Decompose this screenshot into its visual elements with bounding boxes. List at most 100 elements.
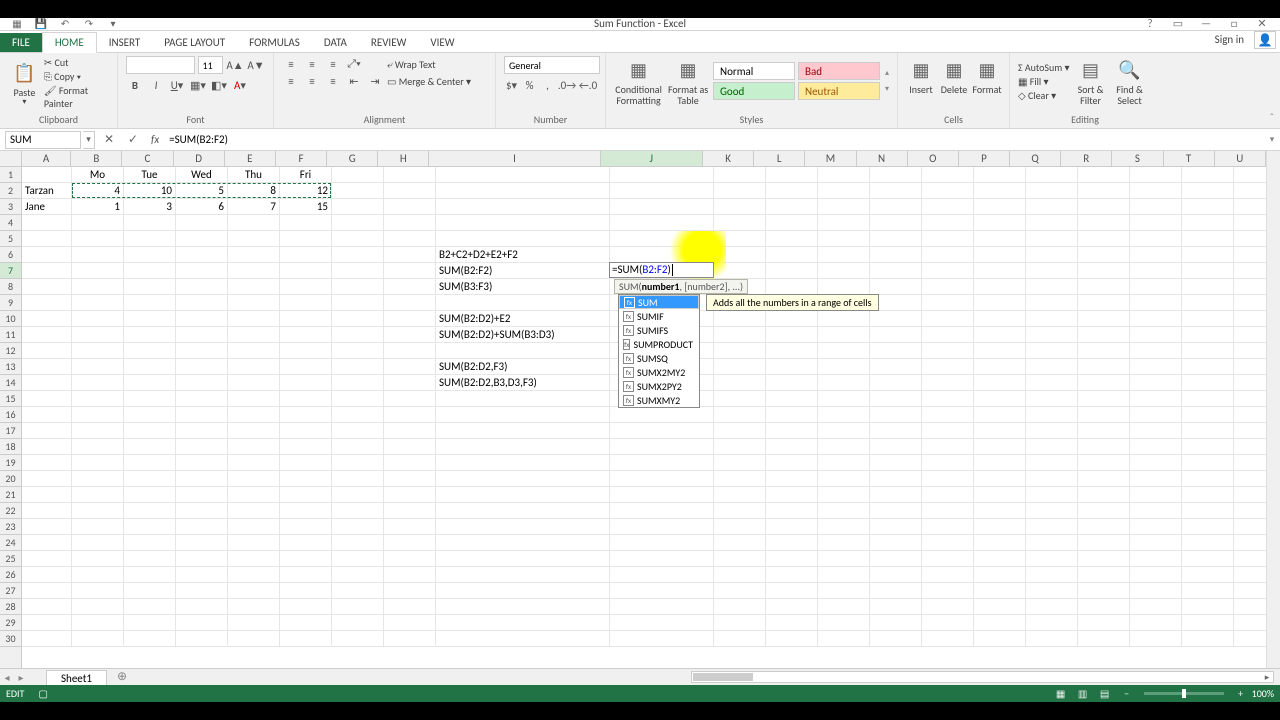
cell-D2[interactable]: 5 xyxy=(176,183,228,199)
row-header-30[interactable]: 30 xyxy=(0,631,21,647)
hscroll-thumb[interactable] xyxy=(693,673,753,681)
cell-C3[interactable]: 3 xyxy=(124,199,176,215)
col-header-O[interactable]: O xyxy=(908,151,959,166)
horizontal-scrollbar[interactable]: ◂ ▸ xyxy=(691,671,1274,683)
help-icon[interactable]: ? xyxy=(1136,17,1164,29)
row-header-3[interactable]: 3 xyxy=(0,199,21,215)
cell-B3[interactable]: 1 xyxy=(72,199,124,215)
expand-formula-bar-icon[interactable]: ▾ xyxy=(1264,134,1280,145)
autocomplete-item-sumsq[interactable]: fxSUMSQ xyxy=(619,351,699,365)
hscroll-right-icon[interactable]: ▸ xyxy=(1261,672,1273,682)
new-sheet-icon[interactable]: ⊕ xyxy=(113,669,131,685)
cell-I14[interactable]: SUM(B2:D2,B3,D3,F3) xyxy=(436,375,610,391)
cell-I13[interactable]: SUM(B2:D2,F3) xyxy=(436,359,610,375)
col-header-L[interactable]: L xyxy=(754,151,805,166)
col-header-M[interactable]: M xyxy=(805,151,856,166)
row-header-29[interactable]: 29 xyxy=(0,615,21,631)
sheet-nav-prev-icon[interactable]: ◂ xyxy=(0,671,14,684)
macro-record-icon[interactable]: ▢ xyxy=(38,687,47,700)
row-header-14[interactable]: 14 xyxy=(0,375,21,391)
autocomplete-item-sumxmy2[interactable]: fxSUMXMY2 xyxy=(619,393,699,407)
clear-button[interactable]: ◇ Clear ▾ xyxy=(1018,89,1070,102)
format-cells-button[interactable]: ▦Format xyxy=(972,56,1002,95)
cell-D3[interactable]: 6 xyxy=(176,199,228,215)
col-header-T[interactable]: T xyxy=(1164,151,1215,166)
cell-F2[interactable]: 12 xyxy=(280,183,332,199)
cell-E3[interactable]: 7 xyxy=(228,199,280,215)
align-left-icon[interactable]: ≡ xyxy=(282,73,300,89)
tab-data[interactable]: DATA xyxy=(312,33,359,52)
fill-button[interactable]: ▦ Fill ▾ xyxy=(1018,75,1070,88)
row-header-25[interactable]: 25 xyxy=(0,551,21,567)
col-header-B[interactable]: B xyxy=(71,151,122,166)
row-header-7[interactable]: 7 xyxy=(0,263,21,279)
tab-insert[interactable]: INSERT xyxy=(97,33,153,52)
currency-icon[interactable]: $▾ xyxy=(504,77,519,93)
spreadsheet-grid[interactable]: ABCDEFGHIJKLMNOPQRSTU 123456789101112131… xyxy=(0,151,1280,668)
autocomplete-item-sumproduct[interactable]: fxSUMPRODUCT xyxy=(619,337,699,351)
row-header-19[interactable]: 19 xyxy=(0,455,21,471)
number-format-select[interactable]: General xyxy=(504,56,600,74)
collapse-ribbon-icon[interactable]: ˆ xyxy=(1270,111,1274,124)
zoom-slider[interactable] xyxy=(1144,692,1224,695)
format-as-table-button[interactable]: ▦Format as Table xyxy=(666,56,710,106)
merge-center-button[interactable]: ▭ Merge & Center ▾ xyxy=(387,75,471,88)
cell-F3[interactable]: 15 xyxy=(280,199,332,215)
font-size-select[interactable]: 11 xyxy=(198,56,223,74)
autocomplete-item-sumx2my2[interactable]: fxSUMX2MY2 xyxy=(619,365,699,379)
insert-function-icon[interactable]: fx xyxy=(145,133,165,146)
cell-B2[interactable]: 4 xyxy=(72,183,124,199)
align-center-icon[interactable]: ≡ xyxy=(303,73,321,89)
zoom-in-icon[interactable]: + xyxy=(1230,687,1252,700)
autosum-button[interactable]: Σ AutoSum ▾ xyxy=(1018,61,1070,74)
enter-formula-icon[interactable]: ✓ xyxy=(121,132,145,147)
cell-C1[interactable]: Tue xyxy=(124,167,176,183)
tab-home[interactable]: HOME xyxy=(42,32,97,53)
minimize-icon[interactable]: — xyxy=(1192,17,1220,29)
row-header-10[interactable]: 10 xyxy=(0,311,21,327)
align-top-icon[interactable]: ≡ xyxy=(282,56,300,72)
col-header-G[interactable]: G xyxy=(327,151,378,166)
cell-E1[interactable]: Thu xyxy=(228,167,280,183)
row-header-21[interactable]: 21 xyxy=(0,487,21,503)
style-bad[interactable]: Bad xyxy=(798,62,880,80)
cell-I7[interactable]: SUM(B2:F2) xyxy=(436,263,610,279)
col-header-R[interactable]: R xyxy=(1061,151,1112,166)
row-header-4[interactable]: 4 xyxy=(0,215,21,231)
insert-cells-button[interactable]: ▦Insert xyxy=(906,56,936,95)
cell-B1[interactable]: Mo xyxy=(72,167,124,183)
col-header-C[interactable]: C xyxy=(122,151,173,166)
percent-icon[interactable]: % xyxy=(522,77,537,93)
cell-I8[interactable]: SUM(B3:F3) xyxy=(436,279,610,295)
dec-decimal-icon[interactable]: ←.0 xyxy=(579,77,597,93)
col-header-Q[interactable]: Q xyxy=(1010,151,1061,166)
view-page-layout-icon[interactable]: ▥ xyxy=(1072,687,1094,700)
active-cell-editor[interactable]: =SUM(B2:F2) xyxy=(609,262,714,278)
col-header-I[interactable]: I xyxy=(429,151,600,166)
cell-D1[interactable]: Wed xyxy=(176,167,228,183)
formula-input[interactable]: =SUM(B2:F2) xyxy=(165,133,1264,146)
col-header-D[interactable]: D xyxy=(174,151,225,166)
row-header-1[interactable]: 1 xyxy=(0,167,21,183)
comma-icon[interactable]: , xyxy=(540,77,555,93)
row-header-28[interactable]: 28 xyxy=(0,599,21,615)
sheet-tab-active[interactable]: Sheet1 xyxy=(46,670,107,686)
bold-button[interactable]: B xyxy=(126,77,144,93)
row-header-2[interactable]: 2 xyxy=(0,183,21,199)
row-header-12[interactable]: 12 xyxy=(0,343,21,359)
border-button[interactable]: ▦▾ xyxy=(189,77,207,93)
italic-button[interactable]: I xyxy=(147,77,165,93)
cell-A2[interactable]: Tarzan xyxy=(22,183,72,199)
row-header-16[interactable]: 16 xyxy=(0,407,21,423)
format-painter-button[interactable]: 🖌 Format Painter xyxy=(44,84,109,110)
row-header-8[interactable]: 8 xyxy=(0,279,21,295)
row-header-9[interactable]: 9 xyxy=(0,295,21,311)
name-box[interactable]: SUM xyxy=(5,131,81,149)
shrink-font-icon[interactable]: A▼ xyxy=(247,57,265,73)
row-header-22[interactable]: 22 xyxy=(0,503,21,519)
row-header-18[interactable]: 18 xyxy=(0,439,21,455)
row-header-13[interactable]: 13 xyxy=(0,359,21,375)
col-header-K[interactable]: K xyxy=(703,151,754,166)
fill-color-button[interactable]: ◧▾ xyxy=(210,77,228,93)
grow-font-icon[interactable]: A▲ xyxy=(226,57,244,73)
